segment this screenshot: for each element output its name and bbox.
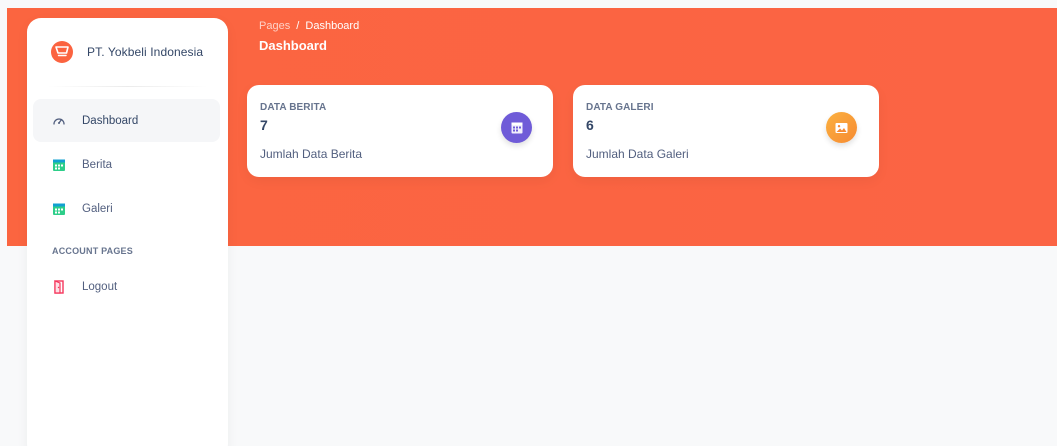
sidebar-item-label: Berita [82, 158, 113, 171]
stat-card-galeri: DATA GALERI 6 Jumlah Data Galeri [573, 85, 879, 177]
sidebar-item-logout[interactable]: Logout [33, 265, 220, 308]
calendar-grid-icon [52, 202, 66, 216]
sidebar: PT. Yokbeli Indonesia Dashboard Berita G… [27, 18, 228, 446]
divider [47, 86, 208, 87]
calendar-grid-icon [501, 112, 532, 143]
calendar-grid-icon [52, 158, 66, 172]
card-value: 7 [260, 117, 268, 133]
sidebar-item-label: Galeri [82, 202, 113, 215]
sidebar-item-berita[interactable]: Berita [33, 143, 220, 186]
door-icon [52, 279, 66, 294]
breadcrumb-parent-link[interactable]: Pages [259, 20, 290, 32]
card-label: DATA BERITA [260, 102, 327, 113]
card-label: DATA GALERI [586, 102, 654, 113]
shopping-cart-icon [51, 41, 73, 63]
page-title: Dashboard [259, 38, 327, 53]
breadcrumb-current: Dashboard [305, 20, 360, 32]
sidebar-item-dashboard[interactable]: Dashboard [33, 99, 220, 142]
sidebar-item-label: Logout [82, 280, 118, 293]
brand-name: PT. Yokbeli Indonesia [87, 45, 204, 59]
card-description: Jumlah Data Berita [260, 147, 363, 161]
stat-card-berita: DATA BERITA 7 Jumlah Data Berita [247, 85, 553, 177]
section-heading-account-pages: ACCOUNT PAGES [52, 246, 133, 256]
card-value: 6 [586, 117, 594, 133]
image-icon [826, 112, 857, 143]
breadcrumb-separator: / [296, 20, 300, 32]
sidebar-item-galeri[interactable]: Galeri [33, 187, 220, 230]
sidebar-item-label: Dashboard [82, 114, 139, 127]
brand[interactable]: PT. Yokbeli Indonesia [27, 18, 228, 86]
dashboard-gauge-icon [52, 114, 66, 128]
card-description: Jumlah Data Galeri [586, 147, 689, 161]
breadcrumb: Pages / Dashboard [259, 20, 359, 32]
